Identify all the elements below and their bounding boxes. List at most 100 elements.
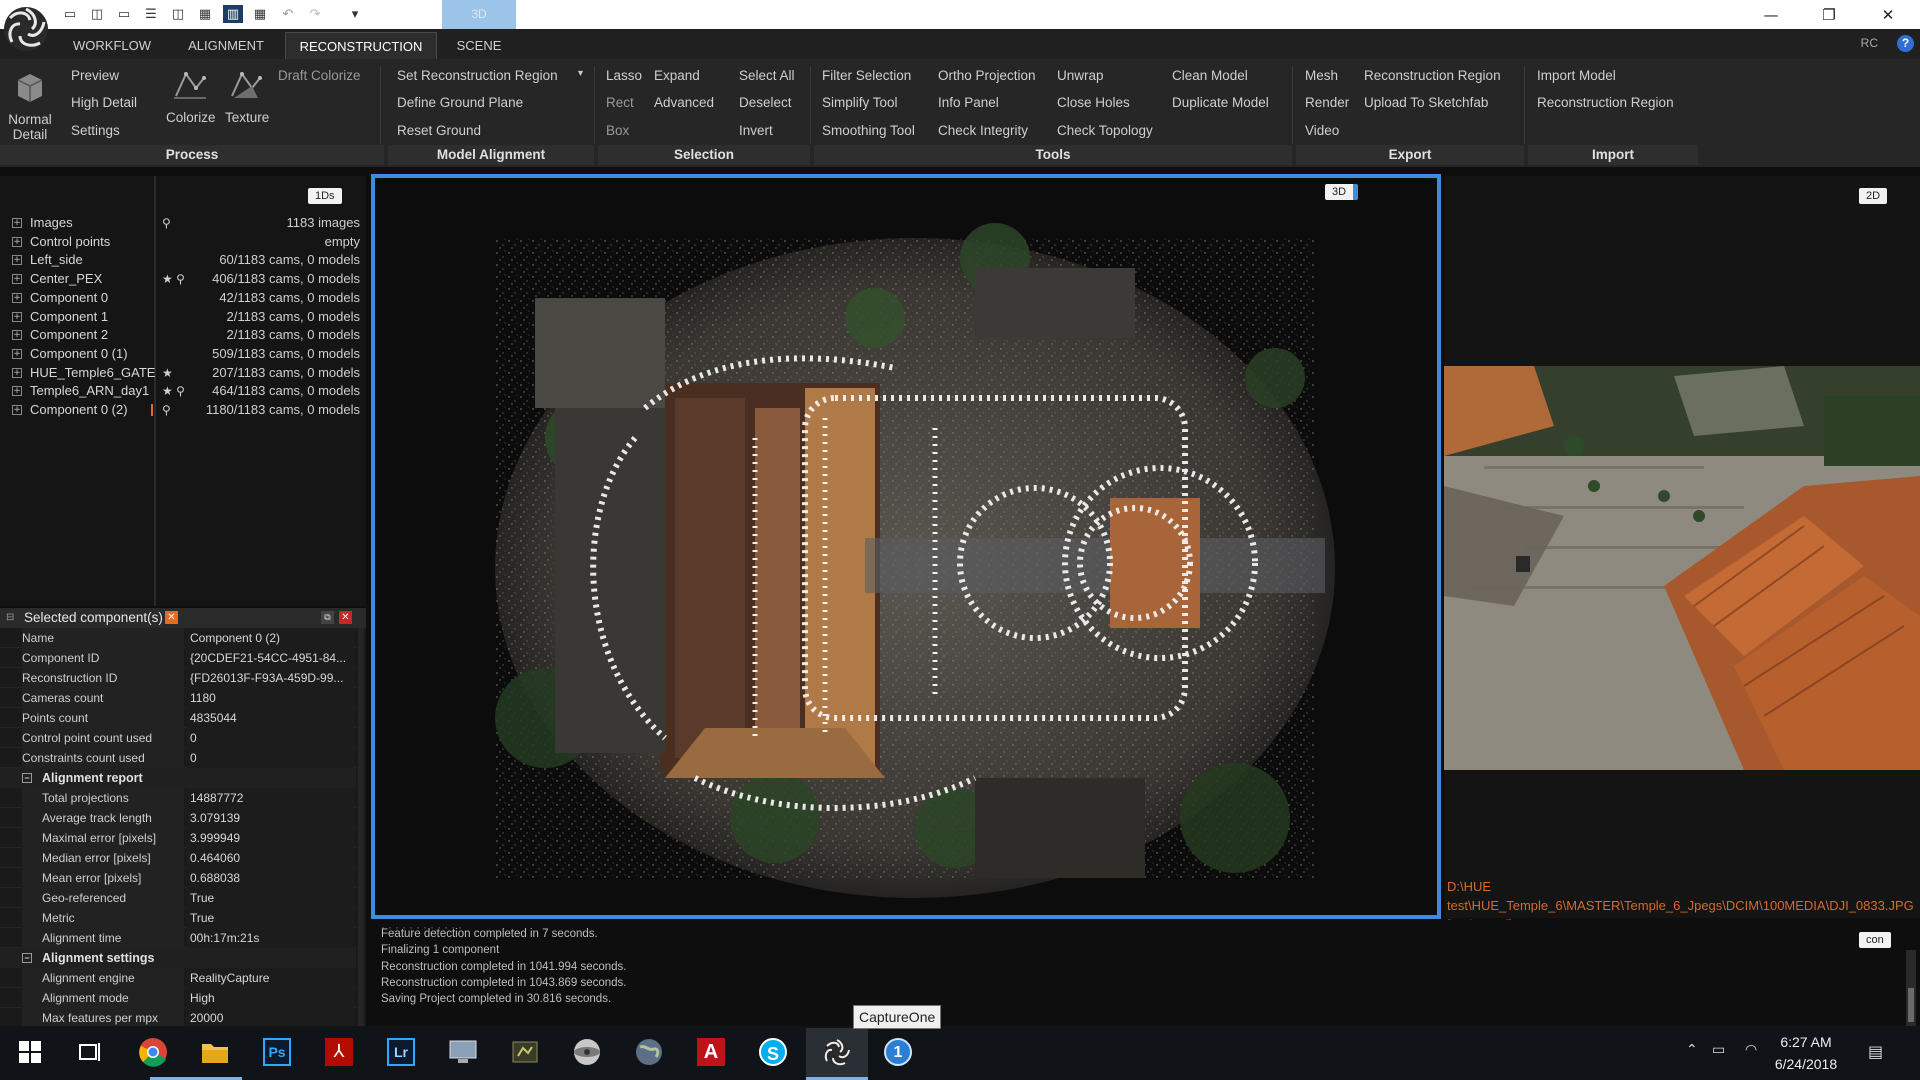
property-value[interactable]: 0 (186, 748, 354, 768)
property-row[interactable]: Constraints count used 0 (0, 748, 356, 768)
select-all-button[interactable]: Select All (739, 68, 795, 83)
property-row[interactable]: Max features per mpx 20000 (0, 1008, 356, 1028)
property-value[interactable]: 0.688038 (186, 868, 354, 888)
autocad-icon[interactable]: A (693, 1034, 729, 1070)
alignment-settings-section[interactable]: − Alignment settings (0, 948, 356, 968)
layout-7-icon[interactable]: ▥ (223, 5, 243, 23)
property-value[interactable]: 14887772 (186, 788, 354, 808)
colorize-button[interactable]: Colorize (166, 110, 216, 125)
tray-chevron-icon[interactable]: ⌃ (1686, 1042, 1698, 1058)
property-row[interactable]: Mean error [pixels] 0.688038 (0, 868, 356, 888)
float-panel-icon[interactable]: ⧉ (321, 611, 334, 624)
expand-toggle-icon[interactable]: + (12, 311, 22, 322)
layout-6-icon[interactable]: ▦ (195, 5, 215, 23)
video-button[interactable]: Video (1305, 123, 1339, 138)
expand-toggle-icon[interactable]: + (12, 367, 22, 378)
filter-selection-button[interactable]: Filter Selection (822, 68, 911, 83)
wifi-icon[interactable]: ◠ (1745, 1042, 1757, 1058)
settings-button[interactable]: Settings (71, 123, 120, 138)
property-row[interactable]: Metric True (0, 908, 356, 928)
expand-toggle-icon[interactable]: + (12, 274, 22, 285)
tree-item[interactable]: + Left_side 60/1183 cams, 0 models (0, 251, 366, 269)
console-badge[interactable]: con (1859, 932, 1891, 948)
tree-item[interactable]: + Component 2 2/1183 cams, 0 models (0, 326, 366, 344)
texture-button[interactable]: Texture (225, 110, 269, 125)
tab-workflow[interactable]: WORKFLOW (60, 32, 164, 59)
preview-button[interactable]: Preview (71, 68, 119, 83)
mesh-export-button[interactable]: Mesh (1305, 68, 1338, 83)
tab-scene[interactable]: SCENE (446, 32, 512, 59)
import-reconstruction-region-button[interactable]: Reconstruction Region (1537, 95, 1674, 110)
box-button[interactable]: Box (606, 123, 629, 138)
layout-4-icon[interactable]: ☰ (141, 5, 161, 23)
property-value[interactable]: True (186, 908, 354, 928)
upload-sketchfab-button[interactable]: Upload To Sketchfab (1364, 95, 1488, 110)
property-row[interactable]: Total projections 14887772 (0, 788, 356, 808)
close-holes-button[interactable]: Close Holes (1057, 95, 1130, 110)
close-button[interactable]: ✕ (1860, 0, 1916, 29)
property-value[interactable]: {FD26013F-F93A-459D-99... (186, 668, 354, 688)
skype-icon[interactable]: S (755, 1034, 791, 1070)
console-scroll-thumb[interactable] (1908, 988, 1914, 1022)
minimize-button[interactable]: — (1743, 0, 1799, 29)
task-view-icon[interactable] (72, 1034, 108, 1070)
expand-toggle-icon[interactable]: + (12, 405, 22, 415)
property-value[interactable]: 3.079139 (186, 808, 354, 828)
property-row[interactable]: Average track length 3.079139 (0, 808, 356, 828)
reset-ground-button[interactable]: Reset Ground (397, 123, 481, 138)
set-reconstruction-region-button[interactable]: Set Reconstruction Region (397, 68, 558, 83)
property-row[interactable]: Maximal error [pixels] 3.999949 (0, 828, 356, 848)
property-value[interactable]: Component 0 (2) (186, 628, 354, 648)
realitycapture-logo-icon[interactable] (2, 2, 50, 56)
define-ground-plane-button[interactable]: Define Ground Plane (397, 95, 523, 110)
property-value[interactable]: 00h:17m:21s (186, 928, 354, 948)
layout-5-icon[interactable]: ◫ (168, 5, 188, 23)
property-row[interactable]: Points count 4835044 (0, 708, 356, 728)
realitycapture-taskbar-icon[interactable] (819, 1034, 855, 1070)
normal-detail-button[interactable]: Normal Detail (6, 112, 54, 142)
quick-access-dropdown-icon[interactable]: ▾ (345, 5, 365, 23)
invert-button[interactable]: Invert (739, 123, 773, 138)
maximize-button[interactable]: ❐ (1801, 0, 1857, 29)
property-value[interactable]: RealityCapture (186, 968, 354, 988)
collapse-icon[interactable]: ⊟ (6, 608, 14, 628)
chrome-icon[interactable] (135, 1034, 171, 1070)
tree-item[interactable]: + Component 0 (2) ⚲ 1180/1183 cams, 0 model… (0, 401, 366, 419)
expand-toggle-icon[interactable]: + (12, 218, 22, 228)
expand-toggle-icon[interactable]: + (12, 330, 22, 341)
layout-8-icon[interactable]: ▦ (250, 5, 270, 23)
properties-scrollbar[interactable] (358, 628, 364, 1028)
expand-toggle-icon[interactable]: + (12, 255, 22, 266)
pin-icon[interactable]: ✕ (165, 611, 178, 624)
notifications-icon[interactable]: ▤ (1868, 1042, 1883, 1061)
ortho-projection-button[interactable]: Ortho Projection (938, 68, 1036, 83)
globe-icon[interactable] (631, 1034, 667, 1070)
property-row[interactable]: Alignment time 00h:17m:21s (0, 928, 356, 948)
check-topology-button[interactable]: Check Topology (1057, 123, 1153, 138)
property-value[interactable]: 0.464060 (186, 848, 354, 868)
taskbar-clock[interactable]: 6:27 AM 6/24/2018 (1768, 1031, 1844, 1075)
property-row[interactable]: Control point count used 0 (0, 728, 356, 748)
high-detail-button[interactable]: High Detail (71, 95, 137, 110)
render-button[interactable]: Render (1305, 95, 1349, 110)
view-badge-3d[interactable]: 3D (1325, 184, 1359, 200)
tree-item[interactable]: + Control points empty (0, 233, 366, 251)
globe-disk-icon[interactable] (569, 1034, 605, 1070)
simplify-tool-button[interactable]: Simplify Tool (822, 95, 898, 110)
battery-icon[interactable]: ▭ (1712, 1042, 1725, 1058)
help-icon[interactable]: ? (1897, 35, 1914, 52)
layout-1-icon[interactable]: ▭ (60, 5, 80, 23)
view-badge-2d[interactable]: 2D (1859, 188, 1888, 204)
tree-item[interactable]: + Center_PEX ★ ⚲ 406/1183 cams, 0 models (0, 270, 366, 288)
lasso-button[interactable]: Lasso (606, 68, 642, 83)
property-row[interactable]: Geo-referenced True (0, 888, 356, 908)
tree-item[interactable]: + Component 1 2/1183 cams, 0 models (0, 308, 366, 326)
property-row[interactable]: Alignment engine RealityCapture (0, 968, 356, 988)
acrobat-icon[interactable]: ⅄ (321, 1034, 357, 1070)
lightroom-icon[interactable]: Lr (383, 1034, 419, 1070)
collapse-toggle-icon[interactable]: − (22, 953, 32, 963)
collapse-toggle-icon[interactable]: − (22, 773, 32, 783)
redo-icon[interactable]: ↷ (305, 5, 325, 23)
tab-alignment[interactable]: ALIGNMENT (176, 32, 276, 59)
set-region-dropdown-icon[interactable]: ▾ (578, 68, 583, 79)
